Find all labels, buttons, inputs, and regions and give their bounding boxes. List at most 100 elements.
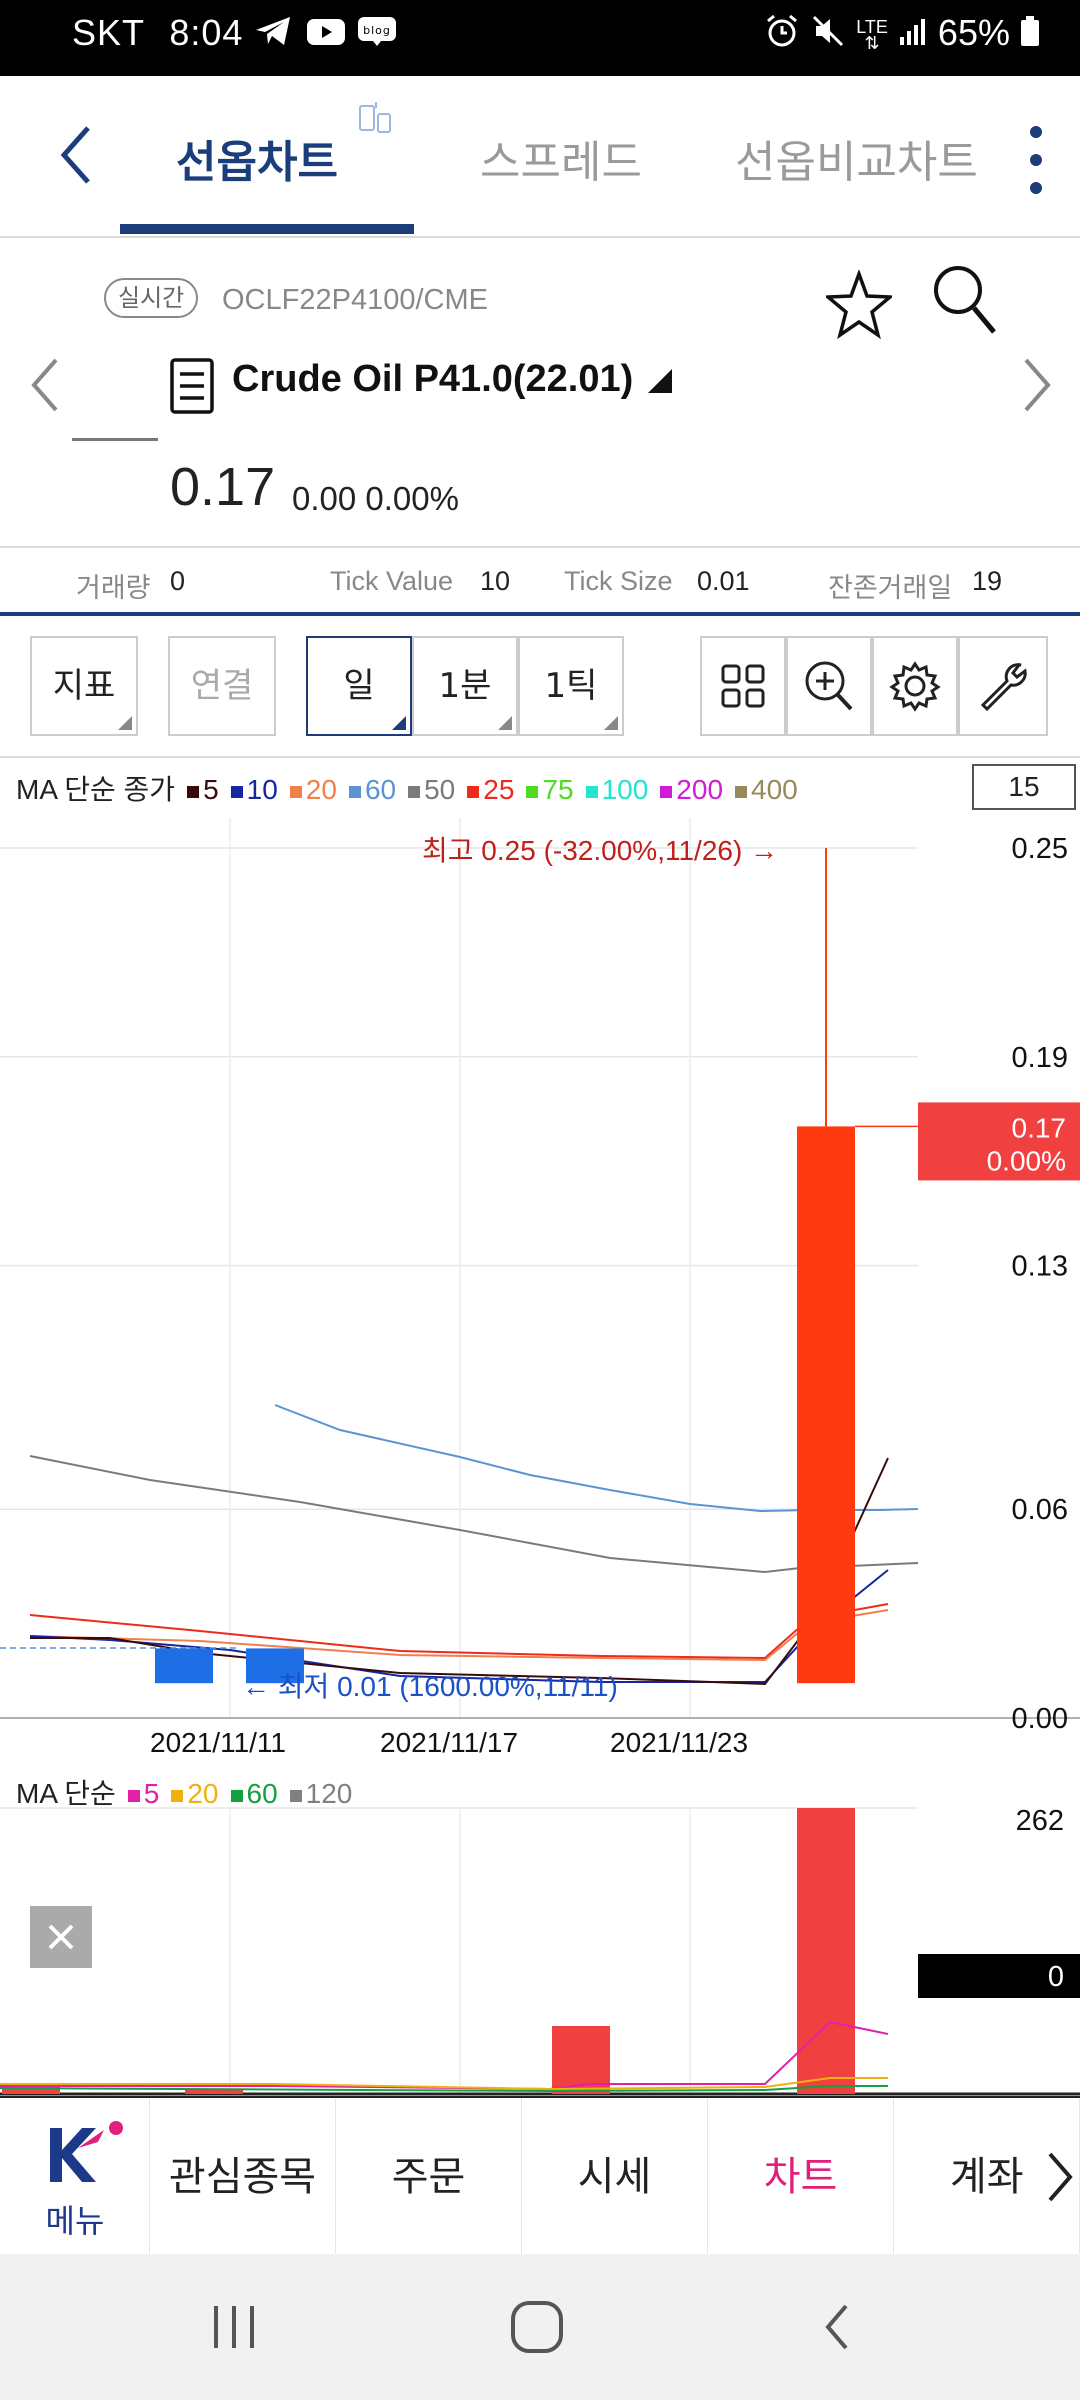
document-icon[interactable] [170,358,214,418]
home-icon[interactable] [510,2300,564,2358]
close-overlay-button[interactable] [30,1906,92,1968]
tick-value-label: Tick Value [330,566,454,596]
search-icon[interactable] [930,262,1000,342]
y-tick-label: 0.25 [1012,833,1068,865]
status-bar: SKT 8:04 blog LTE ⇅ 65% [0,0,1080,76]
candle-body [797,1126,855,1684]
ma-legend-swatch-25 [467,785,480,798]
next-instrument-button[interactable] [1020,356,1056,418]
x-tick-label: 2021/11/17 [380,1727,518,1758]
vol-ma-5 [0,2020,889,2091]
price-change: 0.00 0.00% [292,480,459,517]
current-price-tag-price: 0.17 [1012,1112,1067,1143]
volume-chart[interactable]: 262 0 [0,1764,1080,2096]
ma-legend-swatch-5 [187,785,200,798]
ma-legend-label-60: 60 [364,774,397,805]
lte-icon: LTE ⇅ [856,17,888,54]
status-right: LTE ⇅ 65% [764,12,1040,58]
high-annotation: 최고 0.25 (-32.00%,11/26) → [422,835,778,866]
active-tab-indicator [120,224,414,234]
tick-size-label: Tick Size [564,566,673,596]
tab-futures-chart[interactable]: 선옵차트 [176,126,338,190]
x-tick-label: 2021/11/11 [150,1727,286,1758]
battery-icon [1020,14,1040,56]
current-price: 0.17 [170,457,276,517]
ma-legend-label-20: 20 [305,774,337,805]
volume-label: 거래량 [76,573,151,603]
settings-gear-icon[interactable] [872,636,958,736]
status-left: SKT 8:04 blog [72,12,397,57]
tab-spread[interactable]: 스프레드 [480,126,642,190]
ma-legend-swatch-20 [289,785,302,798]
day-period-button[interactable]: 일 [306,636,412,736]
ma-legend-swatch-50 [408,785,421,798]
ma-legend-swatch-200 [660,785,673,798]
bottom-nav: 메뉴 관심종목 주문 시세 차트 계좌 [0,2096,1080,2256]
ma-legend-label-25: 25 [483,774,515,805]
back-nav-icon[interactable] [822,2302,852,2356]
layout-grid-icon[interactable] [700,636,786,736]
nav-chart[interactable]: 차트 [708,2098,894,2256]
ma-legend-swatch-100 [585,785,598,798]
clock: 8:04 [169,12,244,53]
x-tick-label: 2021/11/23 [610,1727,748,1758]
instrument-code: OCLF22P4100/CME [222,284,488,316]
tick-value-value: 10 [480,566,511,596]
favorite-star-icon[interactable] [823,268,895,344]
ma-legend-swatch-400 [735,785,748,798]
divider-accent [0,612,1080,616]
wrench-tool-icon[interactable] [958,636,1048,736]
ma-legend-label-50: 50 [424,774,456,805]
tab-compare-chart[interactable]: 선옵비교차트 [735,126,978,190]
ma-legend-label-400: 400 [751,774,798,805]
y-tick-label: 0.06 [1012,1494,1068,1526]
back-button[interactable] [52,120,102,194]
prev-instrument-button[interactable] [26,356,62,418]
youtube-icon [306,14,346,56]
alarm-icon [764,13,800,58]
vol-bar [797,1808,855,2094]
link-button[interactable]: 연결 [168,636,276,736]
nav-watchlist[interactable]: 관심종목 [150,2098,336,2256]
remaining-days-label: 잔존거래일 [828,573,953,603]
current-price-tag-pct: 0.00% [987,1145,1066,1176]
price-chart[interactable]: 0.25 0.19 0.13 0.06 0.00 2021/11/11 2021/11/17… [0,818,1080,1764]
recent-apps-icon[interactable] [210,2304,258,2354]
blog-icon: blog [357,14,397,56]
divider [0,546,1080,548]
telegram-icon [254,14,294,57]
mute-icon [810,13,846,58]
kiwoom-logo-icon [50,2121,123,2182]
nav-order[interactable]: 주문 [336,2098,522,2256]
realtime-badge: 실시간 [104,278,199,318]
zoom-in-icon[interactable] [786,636,872,736]
indicator-button[interactable]: 지표 [30,636,138,736]
ma-legend-label-200: 200 [676,774,724,805]
ma-count-field[interactable]: 15 [972,764,1076,810]
nav-quote[interactable]: 시세 [522,2098,708,2256]
divider [0,756,1080,758]
instrument-name[interactable]: Crude Oil P41.0(22.01) [232,358,674,401]
device-link-icon[interactable] [356,100,396,144]
more-menu-icon[interactable] [1024,122,1048,202]
y-tick-label: 0.13 [1012,1251,1068,1283]
ma-legend-swatch-60 [348,785,361,798]
volume-value: 0 [170,566,186,596]
one-tick-button[interactable]: 1틱 [518,636,624,736]
ma-legend-label-5: 5 [203,774,219,805]
one-minute-button[interactable]: 1분 [412,636,518,736]
y-tick-label: 0.19 [1012,1042,1068,1074]
vol-bar [185,2090,243,2094]
ma-legend-swatch-10 [230,785,243,798]
nav-menu[interactable]: 메뉴 [0,2098,150,2256]
low-annotation: ← 최저 0.01 (1600.00%,11/11) [242,1671,618,1702]
svg-text:blog: blog [363,24,391,37]
vol-max-label: 262 [1016,1805,1064,1837]
ma-legend: MA 단순 종가 5 10 20 60 50 25 75 100 200 400 [16,768,798,808]
nav-more-arrow-icon[interactable] [1044,2150,1074,2208]
ma-legend-label-75: 75 [542,774,574,805]
y-tick-label: 0.00 [1012,1703,1068,1735]
signal-icon [898,14,928,56]
metrics-row: 거래량 0 Tick Value 10 Tick Size 0.01 잔존거래일… [0,550,1080,612]
ma-legend-title: MA 단순 종가 [16,774,176,805]
